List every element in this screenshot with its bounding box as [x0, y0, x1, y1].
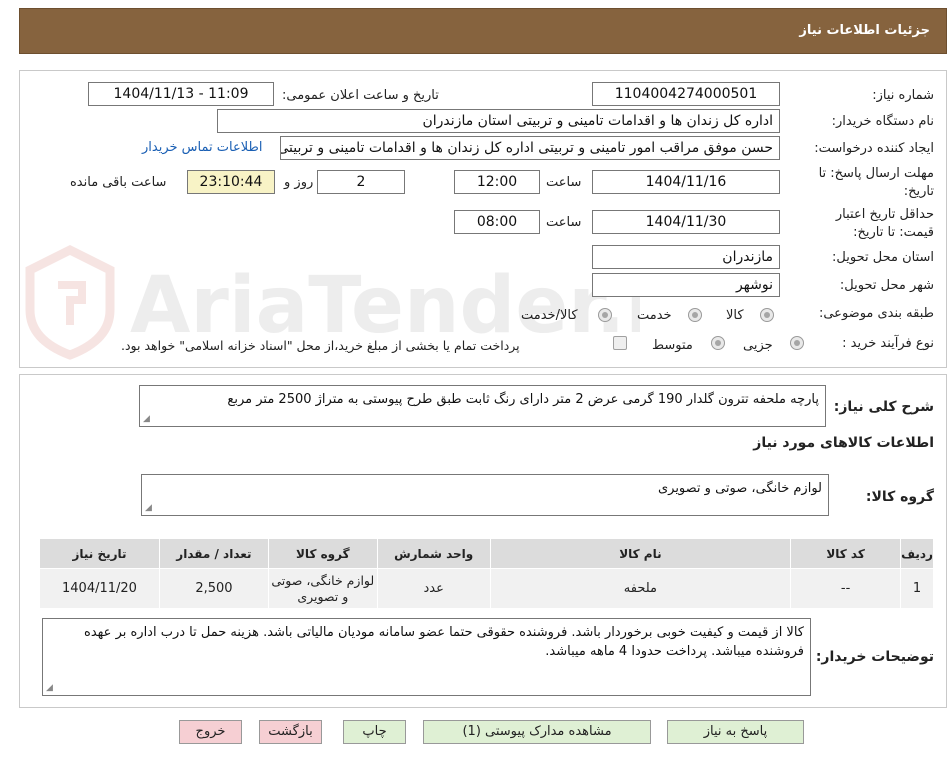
buyer-notes-label: توضیحات خریدار: [815, 649, 934, 665]
buyer-contact-link[interactable]: اطلاعات تماس خریدار [142, 140, 262, 155]
reply-days-label: روز و [284, 175, 314, 190]
cell-name: ملحفه [489, 568, 792, 609]
col-header-date: تاریخ نیاز [39, 538, 160, 569]
buyer-org-field: اداره کل زندان ها و اقدامات تامینی و ترب… [217, 109, 780, 133]
requester-field: حسن موفق مراقب امور تامینی و تربیتی ادار… [280, 136, 780, 160]
buyer-notes-text: کالا از قیمت و کیفیت خوبی برخوردار باشد.… [84, 625, 804, 659]
table-header-row: ردیف کد کالا نام کالا واحد شمارش گروه کا… [39, 538, 934, 569]
resize-grip-icon[interactable]: ◢ [46, 684, 53, 693]
col-header-name: نام کالا [489, 538, 792, 569]
col-header-quantity: تعداد / مقدار [158, 538, 269, 569]
goods-group-textarea[interactable]: لوازم خانگی، صوتی و تصویری ◢ [141, 474, 829, 516]
category-option-both: کالا/خدمت [521, 308, 578, 323]
buyer-notes-textarea[interactable]: کالا از قیمت و کیفیت خوبی برخوردار باشد.… [42, 618, 811, 696]
col-header-unit: واحد شمارش [376, 538, 491, 569]
cell-row-number: 1 [900, 568, 934, 609]
announce-datetime-field: 1404/11/13 - 11:09 [88, 82, 274, 106]
back-button[interactable]: بازگشت [259, 720, 322, 744]
reply-time-label: ساعت [546, 175, 582, 190]
resize-grip-icon[interactable]: ◢ [145, 504, 152, 513]
resize-grip-icon[interactable]: ◢ [143, 415, 150, 424]
print-button[interactable]: چاپ [343, 720, 406, 744]
need-number-field: 1104004274000501 [592, 82, 780, 106]
process-radio-minor[interactable] [790, 336, 804, 350]
need-number-label: شماره نیاز: [872, 88, 934, 103]
cell-group: لوازم خانگی، صوتی و تصویری [267, 568, 378, 609]
process-radio-medium[interactable] [711, 336, 725, 350]
page-title: جزئیات اطلاعات نیاز [799, 23, 930, 38]
goods-table: ردیف کد کالا نام کالا واحد شمارش گروه کا… [39, 538, 934, 609]
cell-quantity: 2,500 [158, 568, 269, 609]
category-radio-service[interactable] [688, 308, 702, 322]
category-radio-both[interactable] [598, 308, 612, 322]
requester-label: ایجاد کننده درخواست: [814, 141, 934, 156]
price-validity-label-2: قیمت: تا تاریخ: [853, 225, 934, 240]
view-attachments-button[interactable]: مشاهده مدارک پیوستی (1) [423, 720, 651, 744]
category-radio-goods[interactable] [760, 308, 774, 322]
category-option-service: خدمت [637, 308, 672, 323]
reply-deadline-label-1: مهلت ارسال پاسخ: تا [818, 166, 934, 181]
goods-group-text: لوازم خانگی، صوتی و تصویری [657, 481, 822, 496]
city-field: نوشهر [592, 273, 780, 297]
treasury-note: پرداخت تمام یا بخشی از مبلغ خرید،از محل … [121, 338, 520, 353]
process-label: نوع فرآیند خرید : [842, 336, 934, 351]
reply-button[interactable]: پاسخ به نیاز [667, 720, 804, 744]
page-header: جزئیات اطلاعات نیاز [19, 8, 947, 54]
col-header-row-number: ردیف [900, 538, 934, 569]
category-option-goods: کالا [726, 308, 744, 323]
col-header-group: گروه کالا [267, 538, 378, 569]
validity-time-label: ساعت [546, 215, 582, 230]
cell-code: -- [790, 568, 902, 609]
price-validity-label-1: حداقل تاریخ اعتبار [835, 207, 934, 222]
city-label: شهر محل تحویل: [839, 278, 934, 293]
summary-label: شرح کلی نیاز: [833, 399, 934, 415]
province-field: مازندران [592, 245, 780, 269]
remaining-time-label: ساعت باقی مانده [70, 175, 167, 190]
validity-date-field: 1404/11/30 [592, 210, 780, 234]
cell-unit: عدد [376, 568, 491, 609]
goods-group-label: گروه کالا: [865, 489, 934, 505]
summary-textarea[interactable]: پارچه ملحفه تترون گلدار 190 گرمی عرض 2 م… [139, 385, 826, 427]
reply-time-field: 12:00 [454, 170, 540, 194]
province-label: استان محل تحویل: [832, 250, 934, 265]
process-option-minor: جزیی [743, 338, 773, 353]
col-header-code: کد کالا [790, 538, 902, 569]
announce-label: تاریخ و ساعت اعلان عمومی: [282, 88, 439, 103]
goods-section-title: اطلاعات کالاهای مورد نیاز [753, 435, 934, 451]
cell-date: 1404/11/20 [39, 568, 160, 609]
category-label: طبقه بندی موضوعی: [818, 306, 934, 321]
reply-deadline-label-2: تاریخ: [903, 184, 934, 199]
reply-date-field: 1404/11/16 [592, 170, 780, 194]
summary-text: پارچه ملحفه تترون گلدار 190 گرمی عرض 2 م… [227, 392, 819, 407]
remaining-time-field: 23:10:44 [187, 170, 275, 194]
reply-days-field: 2 [317, 170, 405, 194]
treasury-checkbox[interactable] [613, 336, 627, 350]
table-row: 1 -- ملحفه عدد لوازم خانگی، صوتی و تصویر… [39, 568, 934, 609]
validity-time-field: 08:00 [454, 210, 540, 234]
process-option-medium: متوسط [652, 338, 693, 353]
buyer-org-label: نام دستگاه خریدار: [831, 114, 934, 129]
exit-button[interactable]: خروج [179, 720, 242, 744]
